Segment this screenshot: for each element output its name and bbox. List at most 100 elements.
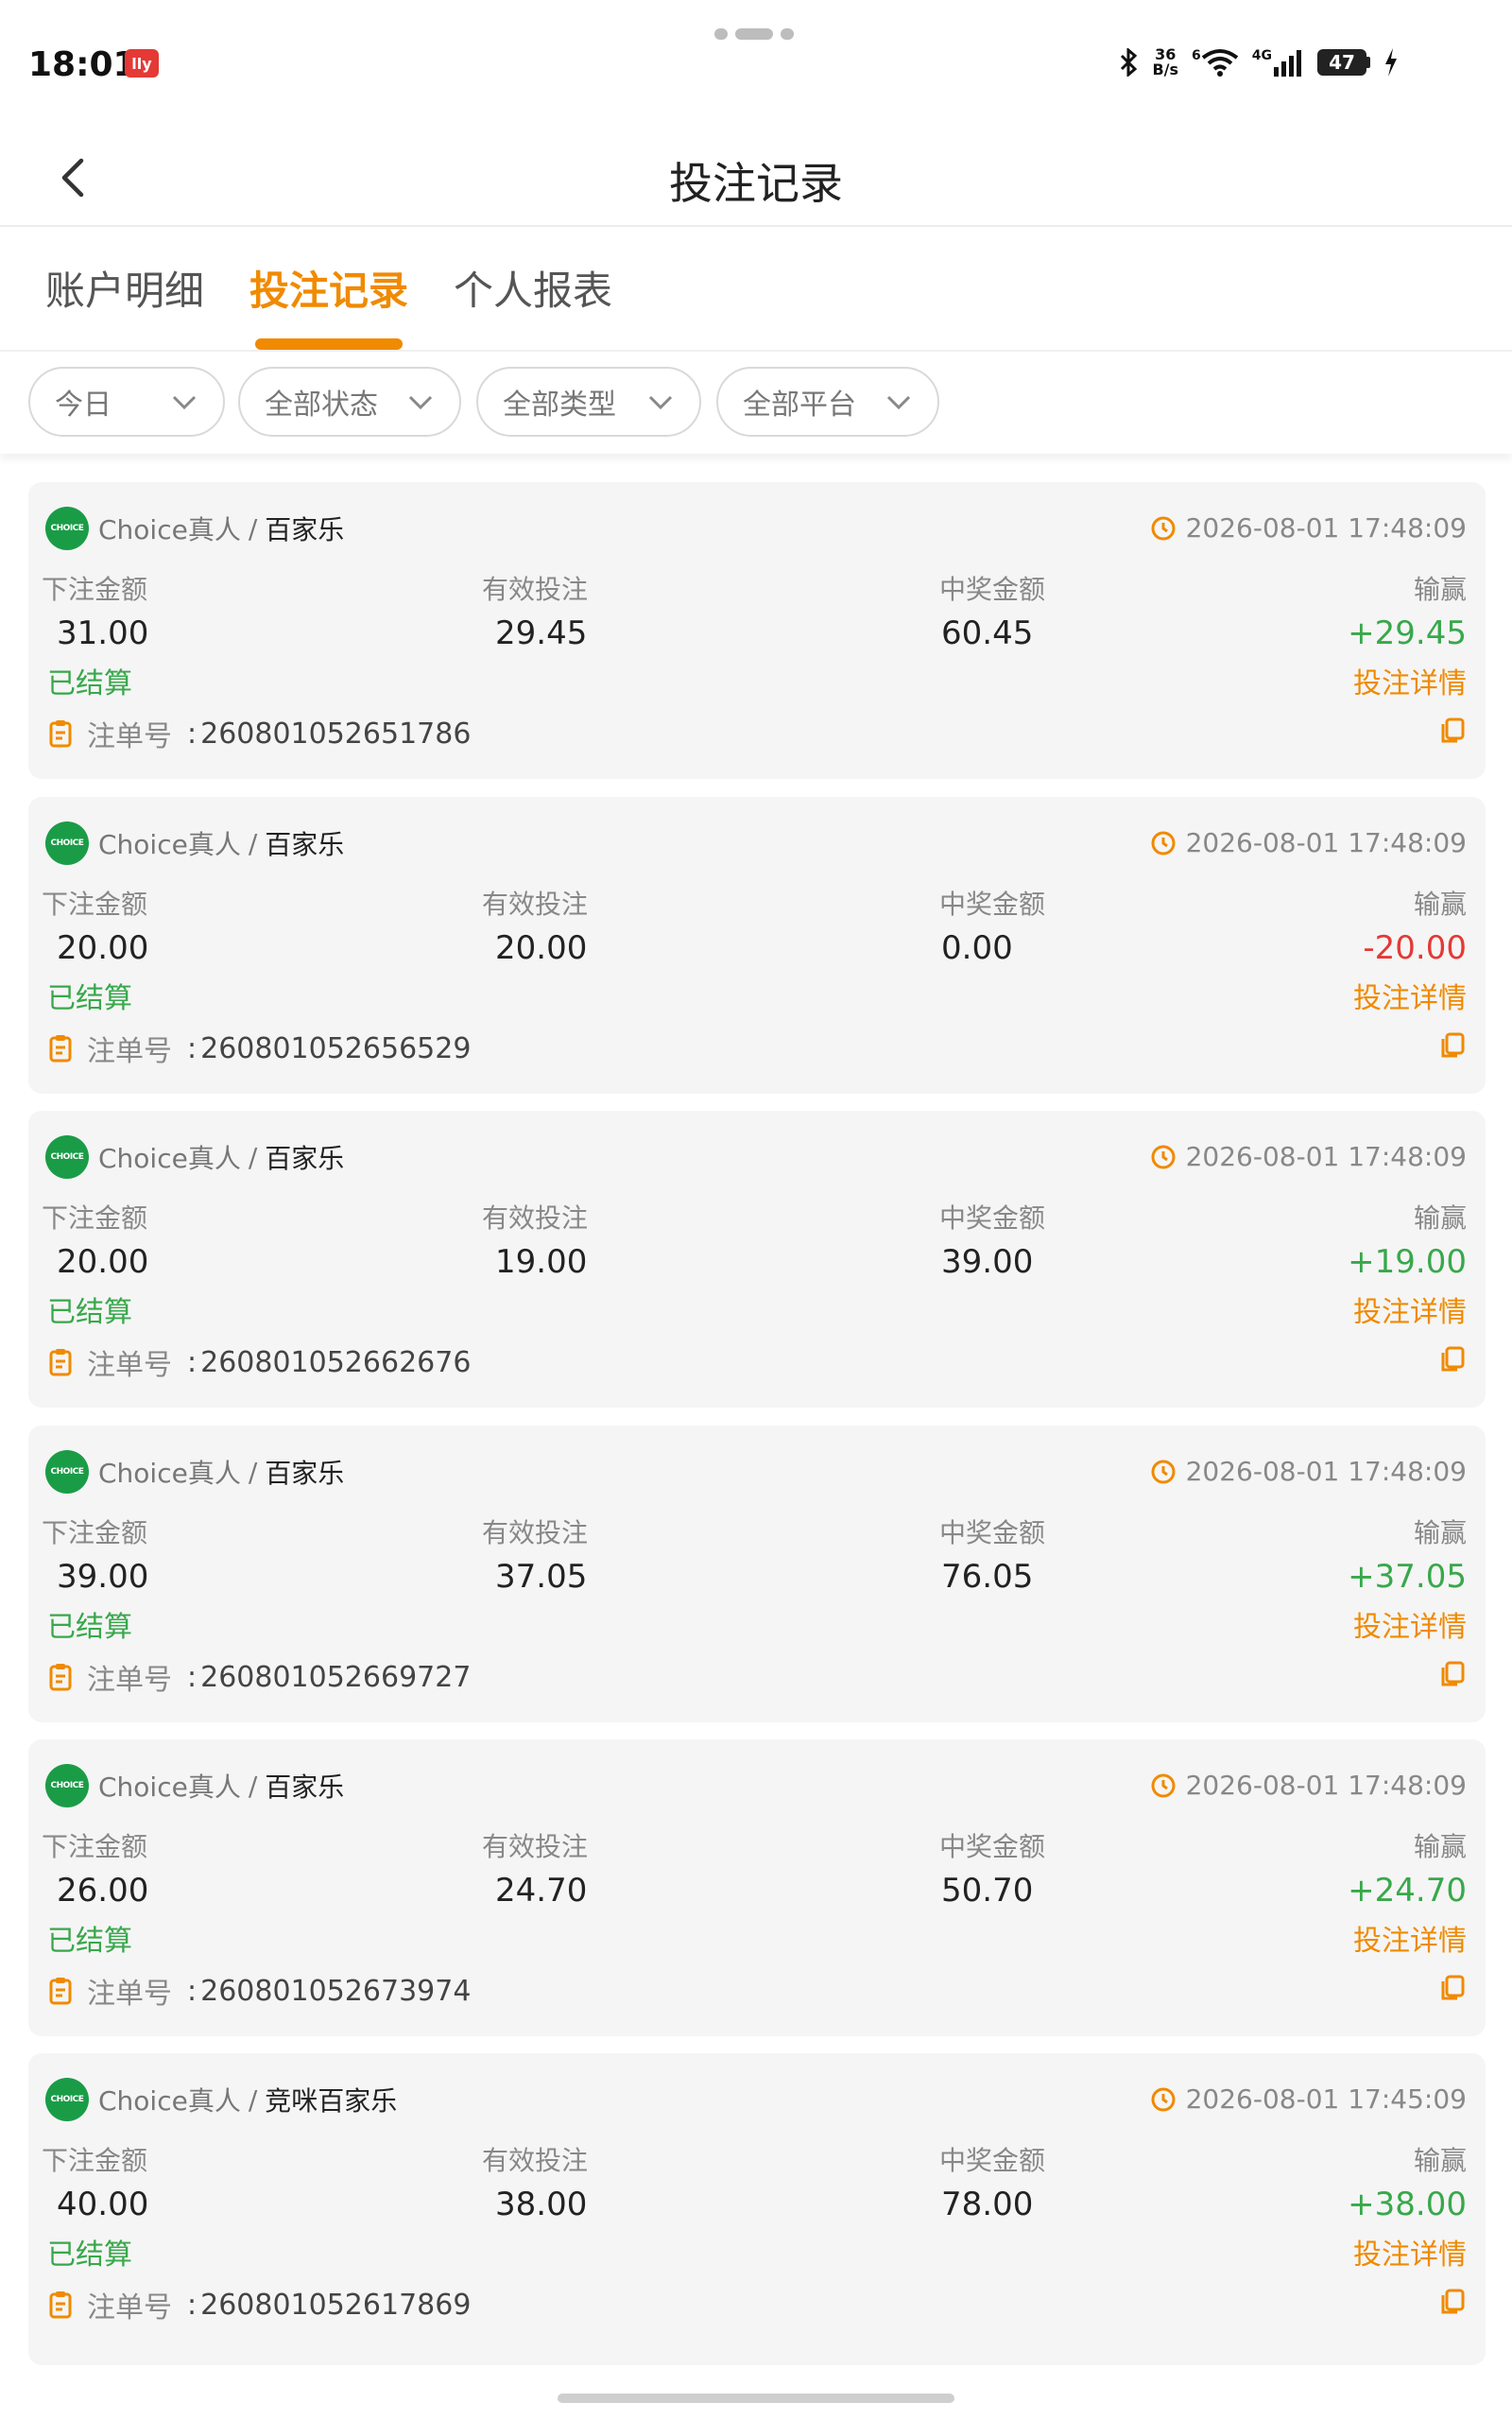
tab-account-details[interactable]: 账户明细 — [45, 259, 204, 317]
order-number-row: 注单号 : 260801052673974 — [47, 1970, 471, 2012]
profit-value: +38.00 — [1348, 2186, 1467, 2223]
order-number-label: 注单号 — [87, 1978, 172, 2011]
copy-icon[interactable] — [1438, 1345, 1467, 1374]
win-amount-label: 中奖金额 — [939, 1202, 1046, 1234]
profit-label: 输赢 — [1413, 889, 1467, 920]
bet-time-text: 2026-08-01 17:45:09 — [1185, 2083, 1467, 2115]
game-name: 百家乐 — [265, 1143, 345, 1174]
bet-amount-label: 下注金额 — [42, 1831, 148, 1862]
bet-record-card: CHOICE Choice真人 / 百家乐 2026-08-01 17:48:0… — [28, 1111, 1486, 1408]
win-amount-label: 中奖金额 — [939, 889, 1046, 920]
bet-time: 2026-08-01 17:48:09 — [1150, 1141, 1467, 1172]
platform-filter-label: 全部平台 — [743, 389, 856, 422]
copy-icon[interactable] — [1438, 1031, 1467, 1060]
status-time: 18:01 — [28, 45, 137, 84]
clock-icon — [1151, 1773, 1176, 1797]
win-amount-value: 0.00 — [941, 929, 1013, 967]
bet-time: 2026-08-01 17:48:09 — [1150, 1456, 1467, 1487]
order-number-value: 260801052669727 — [200, 1660, 472, 1694]
valid-bet-value: 29.45 — [495, 614, 588, 652]
platform-name: Choice真人 — [98, 1458, 241, 1489]
profit-value: +29.45 — [1348, 614, 1467, 652]
wifi-icon: 6 — [1192, 48, 1239, 77]
order-list-icon — [49, 1349, 72, 1376]
date-filter-dropdown[interactable]: 今日 — [28, 367, 225, 437]
order-number-value: 260801052651786 — [200, 717, 472, 751]
bet-amount-label: 下注金额 — [42, 889, 148, 920]
valid-bet-label: 有效投注 — [482, 574, 589, 605]
profit-label: 输赢 — [1413, 1202, 1467, 1234]
clock-icon — [1151, 516, 1176, 540]
valid-bet-label: 有效投注 — [482, 1202, 589, 1234]
order-number-label: 注单号 — [87, 720, 172, 753]
order-number-label: 注单号 — [87, 2291, 172, 2325]
bet-detail-link[interactable]: 投注详情 — [1353, 1917, 1467, 1959]
tab-personal-report[interactable]: 个人报表 — [454, 259, 612, 317]
game-name: 百家乐 — [265, 1772, 345, 1803]
page-title: 投注记录 — [669, 158, 843, 209]
bet-record-card: CHOICE Choice真人 / 百家乐 2026-08-01 17:48:0… — [28, 1739, 1486, 2036]
profit-label: 输赢 — [1413, 1517, 1467, 1548]
profit-value: +37.05 — [1348, 1558, 1467, 1596]
order-number-value: 260801052673974 — [200, 1974, 472, 2008]
order-list-icon — [49, 2291, 72, 2319]
valid-bet-value: 24.70 — [495, 1872, 588, 1910]
bet-time-text: 2026-08-01 17:48:09 — [1185, 512, 1467, 544]
win-amount-label: 中奖金额 — [939, 1831, 1046, 1862]
bet-detail-link[interactable]: 投注详情 — [1353, 1603, 1467, 1645]
order-number-value: 260801052656529 — [200, 1031, 472, 1065]
choice-logo-icon: CHOICE — [45, 507, 89, 550]
win-amount-value: 39.00 — [941, 1243, 1034, 1281]
valid-bet-value: 20.00 — [495, 929, 588, 967]
bet-amount-label: 下注金额 — [42, 1517, 148, 1548]
clock-icon — [1151, 2087, 1176, 2111]
platform-name: Choice真人 — [98, 2085, 241, 2117]
order-number-row: 注单号 : 260801052669727 — [47, 1656, 471, 1698]
platform-name: Choice真人 — [98, 1772, 241, 1803]
profit-label: 输赢 — [1413, 574, 1467, 605]
type-filter-dropdown[interactable]: 全部类型 — [476, 367, 701, 437]
bet-record-card: CHOICE Choice真人 / 竞咪百家乐 2026-08-01 17:45… — [28, 2053, 1486, 2365]
game-name: 百家乐 — [265, 514, 345, 545]
bet-detail-link[interactable]: 投注详情 — [1353, 660, 1467, 701]
profit-value: -20.00 — [1363, 929, 1467, 967]
multiwindow-handle[interactable] — [714, 28, 794, 40]
win-amount-value: 78.00 — [941, 2186, 1034, 2223]
valid-bet-value: 19.00 — [495, 1243, 588, 1281]
order-number-label: 注单号 — [87, 1664, 172, 1697]
home-indicator[interactable] — [558, 2394, 954, 2403]
game-name: 竞咪百家乐 — [265, 2085, 398, 2117]
copy-icon[interactable] — [1438, 717, 1467, 745]
bet-detail-link[interactable]: 投注详情 — [1353, 1288, 1467, 1330]
bet-time-text: 2026-08-01 17:48:09 — [1185, 1141, 1467, 1172]
status-icons: 36 B/s 6 4G 47 — [1118, 47, 1399, 78]
bet-amount-value: 26.00 — [57, 1872, 149, 1910]
win-amount-value: 50.70 — [941, 1872, 1034, 1910]
status-bar: 18:01 lly 36 B/s 6 4G 47 — [0, 0, 1512, 129]
order-number-label: 注单号 — [87, 1035, 172, 1068]
clock-icon — [1151, 1460, 1176, 1483]
charging-icon — [1385, 48, 1397, 77]
bet-amount-value: 20.00 — [57, 1243, 149, 1281]
copy-icon[interactable] — [1438, 2288, 1467, 2316]
battery-icon: 47 — [1317, 49, 1370, 76]
platform-filter-dropdown[interactable]: 全部平台 — [716, 367, 939, 437]
order-list-icon — [49, 720, 72, 748]
bet-time-text: 2026-08-01 17:48:09 — [1185, 827, 1467, 858]
bet-detail-link[interactable]: 投注详情 — [1353, 975, 1467, 1016]
bet-time: 2026-08-01 17:48:09 — [1150, 827, 1467, 858]
filter-bar: 今日 全部状态 全部类型 全部平台 — [0, 352, 1512, 454]
status-filter-dropdown[interactable]: 全部状态 — [238, 367, 461, 437]
bet-detail-link[interactable]: 投注详情 — [1353, 2231, 1467, 2273]
game-name: 百家乐 — [265, 1458, 345, 1489]
valid-bet-label: 有效投注 — [482, 889, 589, 920]
tab-bet-records[interactable]: 投注记录 — [249, 259, 408, 317]
game-name: 百家乐 — [265, 829, 345, 860]
copy-icon[interactable] — [1438, 1974, 1467, 2002]
copy-icon[interactable] — [1438, 1660, 1467, 1688]
order-number-value: 260801052662676 — [200, 1345, 472, 1379]
bet-amount-value: 31.00 — [57, 614, 149, 652]
bet-record-card: CHOICE Choice真人 / 百家乐 2026-08-01 17:48:0… — [28, 797, 1486, 1094]
order-number-row: 注单号 : 260801052651786 — [47, 713, 471, 754]
bet-record-card: CHOICE Choice真人 / 百家乐 2026-08-01 17:48:0… — [28, 482, 1486, 779]
